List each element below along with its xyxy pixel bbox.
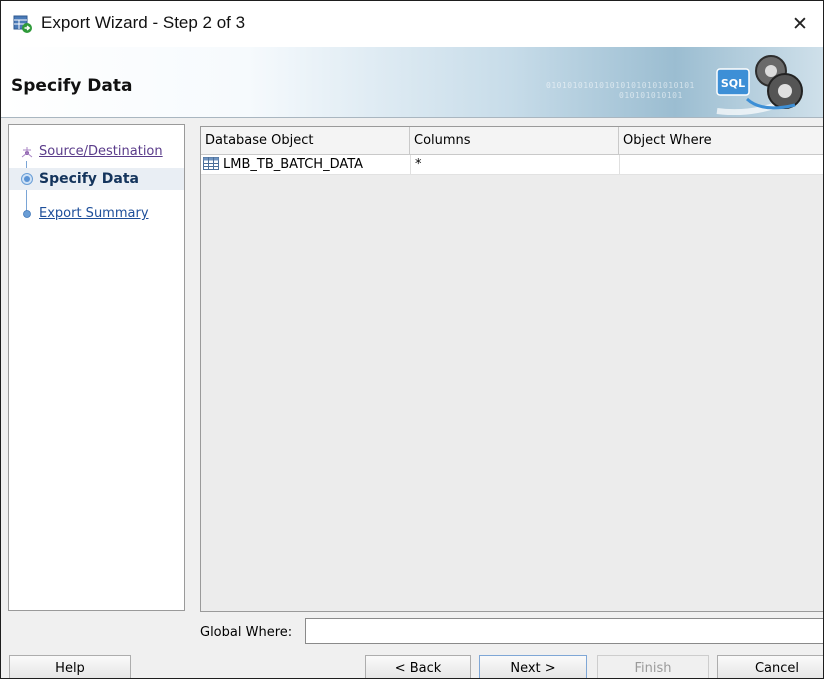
nav-step-specify-data[interactable]: Specify Data	[9, 168, 184, 190]
nav-step-export-summary[interactable]: Export Summary	[9, 203, 184, 225]
export-wizard-window: Export Wizard - Step 2 of 3 ✕ Specify Da…	[0, 0, 824, 679]
page-title: Specify Data	[11, 76, 133, 96]
column-header-object-where[interactable]: Object Where	[619, 127, 823, 155]
cell-database-object[interactable]: LMB_TB_BATCH_DATA	[203, 155, 408, 174]
sql-gears-icon: SQL	[716, 55, 803, 115]
nav-step-source-destination[interactable]: Source/Destination	[9, 141, 184, 163]
nav-step-label: Source/Destination	[39, 144, 163, 159]
cell-object-where[interactable]	[619, 155, 823, 174]
title-bar: Export Wizard - Step 2 of 3 ✕	[1, 1, 823, 47]
current-step-icon	[21, 173, 33, 185]
wizard-steps-nav: Source/Destination Specify Data Export S…	[8, 124, 185, 611]
finish-button[interactable]: Finish	[597, 655, 709, 678]
back-button[interactable]: < Back	[365, 655, 471, 678]
nav-step-label: Specify Data	[39, 171, 139, 187]
database-object-name: LMB_TB_BATCH_DATA	[223, 157, 364, 172]
pending-step-icon	[23, 210, 31, 218]
global-where-input[interactable]	[305, 618, 823, 644]
header-decor-binary: 0101010101010101010101010101	[546, 81, 695, 90]
window-title: Export Wizard - Step 2 of 3	[41, 13, 246, 32]
export-wizard-icon	[13, 15, 32, 33]
table-row[interactable]: LMB_TB_BATCH_DATA *	[201, 155, 823, 175]
help-button[interactable]: Help	[9, 655, 131, 678]
close-button[interactable]: ✕	[777, 1, 823, 47]
nav-step-label: Export Summary	[39, 206, 149, 221]
next-button[interactable]: Next >	[479, 655, 587, 678]
svg-text:SQL: SQL	[721, 77, 745, 90]
close-icon: ✕	[792, 13, 808, 35]
header-decor-binary-2: 010101010101	[619, 91, 683, 100]
visited-step-icon	[21, 147, 33, 158]
wizard-header: Specify Data 010101010101010101010101010…	[1, 47, 823, 118]
cancel-button[interactable]: Cancel	[717, 655, 823, 678]
table-icon	[203, 156, 219, 170]
data-objects-table: Database Object Columns Object Where LMB…	[200, 126, 823, 612]
column-header-columns[interactable]: Columns	[410, 127, 619, 155]
column-header-database-object[interactable]: Database Object	[201, 127, 410, 155]
global-where-label: Global Where:	[200, 625, 293, 640]
cell-columns[interactable]: *	[410, 155, 619, 174]
